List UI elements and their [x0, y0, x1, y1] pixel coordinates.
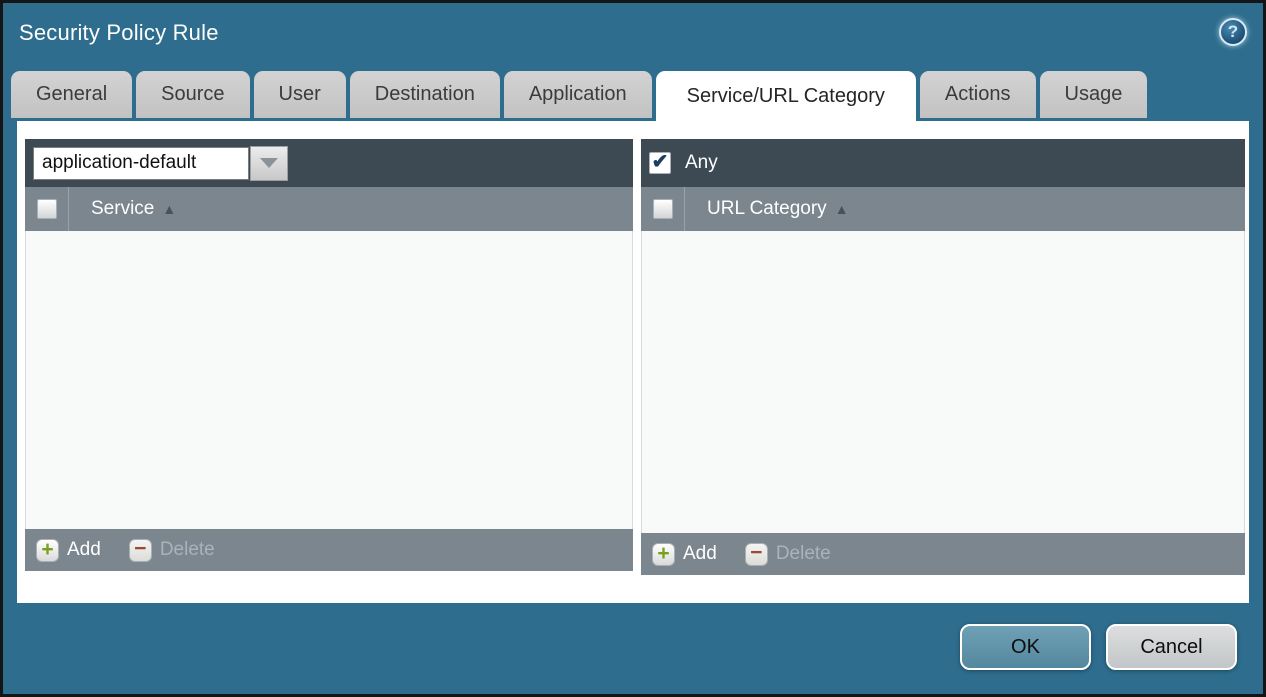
sort-asc-icon[interactable]: ▲ — [162, 201, 176, 217]
service-footer: + Add − Delete — [25, 529, 633, 571]
page-title: Security Policy Rule — [19, 20, 219, 46]
url-category-panel: ✔ Any ✔ URL Category ▲ + Add — [641, 139, 1245, 575]
tab-usage[interactable]: Usage — [1040, 71, 1148, 118]
service-type-dropdown-button[interactable] — [250, 146, 288, 181]
help-icon[interactable]: ? — [1219, 18, 1247, 46]
url-category-any-label: Any — [685, 152, 718, 174]
service-type-input[interactable] — [33, 147, 249, 180]
url-category-column-header: ✔ URL Category ▲ — [641, 187, 1245, 231]
ok-button[interactable]: OK — [960, 624, 1091, 670]
url-category-delete-button[interactable]: − Delete — [745, 543, 831, 566]
chevron-down-icon — [260, 158, 278, 168]
url-category-list — [641, 231, 1245, 533]
tab-actions[interactable]: Actions — [920, 71, 1036, 118]
service-delete-label: Delete — [160, 539, 215, 561]
delete-icon: − — [129, 539, 152, 562]
security-policy-rule-dialog: Security Policy Rule ? General Source Us… — [0, 0, 1266, 697]
tab-content-service-url-category: ✔ Service ▲ + Add − Delete — [17, 121, 1249, 603]
service-panel: ✔ Service ▲ + Add − Delete — [25, 139, 633, 571]
tab-service-url-category[interactable]: Service/URL Category — [656, 71, 916, 121]
dialog-action-bar: OK Cancel — [960, 624, 1237, 670]
url-category-toolbar: ✔ Any — [641, 139, 1245, 187]
service-column-label[interactable]: Service — [91, 198, 154, 220]
delete-icon: − — [745, 543, 768, 566]
check-icon: ✔ — [652, 152, 669, 172]
url-category-column-label[interactable]: URL Category — [707, 198, 827, 220]
cancel-button[interactable]: Cancel — [1106, 624, 1237, 670]
sort-asc-icon[interactable]: ▲ — [835, 201, 849, 217]
service-list — [25, 231, 633, 529]
help-icon-glyph: ? — [1228, 22, 1238, 42]
tab-application[interactable]: Application — [504, 71, 652, 118]
tab-source[interactable]: Source — [136, 71, 249, 118]
url-category-delete-label: Delete — [776, 543, 831, 565]
tab-bar: General Source User Destination Applicat… — [11, 71, 1255, 121]
service-add-button[interactable]: + Add — [36, 539, 101, 562]
url-category-footer: + Add − Delete — [641, 533, 1245, 575]
service-delete-button[interactable]: − Delete — [129, 539, 215, 562]
tab-destination[interactable]: Destination — [350, 71, 500, 118]
add-icon: + — [36, 539, 59, 562]
url-category-select-all-cell: ✔ — [641, 187, 685, 231]
service-column-header: ✔ Service ▲ — [25, 187, 633, 231]
url-category-add-label: Add — [683, 543, 717, 565]
add-icon: + — [652, 543, 675, 566]
tab-general[interactable]: General — [11, 71, 132, 118]
service-toolbar — [25, 139, 633, 187]
tab-user[interactable]: User — [254, 71, 346, 118]
url-category-add-button[interactable]: + Add — [652, 543, 717, 566]
service-add-label: Add — [67, 539, 101, 561]
service-select-all-checkbox[interactable]: ✔ — [37, 199, 57, 219]
url-category-select-all-checkbox[interactable]: ✔ — [653, 199, 673, 219]
service-select-all-cell: ✔ — [25, 187, 69, 231]
url-category-any-checkbox[interactable]: ✔ — [649, 152, 671, 174]
